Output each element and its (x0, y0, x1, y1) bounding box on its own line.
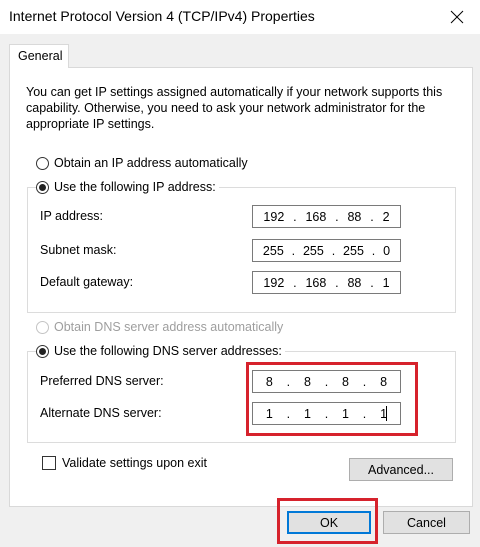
radio-circle (36, 156, 49, 170)
octet: 8 (265, 374, 273, 389)
checkbox-square (42, 456, 56, 470)
octet: 255 (343, 243, 364, 258)
radio-use-following-ip[interactable]: Use the following IP address: (36, 180, 219, 194)
octet: 192 (263, 209, 285, 224)
text-cursor (386, 406, 387, 421)
ok-button[interactable]: OK (287, 511, 371, 534)
octet: 88 (347, 275, 362, 290)
close-icon (450, 10, 464, 24)
cancel-button[interactable]: Cancel (383, 511, 470, 534)
preferred-dns-label: Preferred DNS server: (40, 374, 164, 388)
radio-label: Use the following IP address: (54, 180, 216, 194)
octet: 88 (347, 209, 362, 224)
ip-address-input[interactable]: 192. 168. 88. 2 (252, 205, 401, 228)
octet: 8 (342, 374, 349, 389)
octet: 168 (305, 275, 327, 290)
tab-general[interactable]: General (9, 44, 69, 68)
octet: 255 (262, 243, 284, 258)
default-gateway-input[interactable]: 192. 168. 88. 1 (252, 271, 401, 294)
checkbox-label: Validate settings upon exit (62, 456, 208, 470)
octet: 8 (303, 374, 311, 389)
ip-address-label: IP address: (40, 209, 104, 223)
alternate-dns-label: Alternate DNS server: (40, 406, 162, 420)
intro-text: You can get IP settings assigned automat… (26, 85, 443, 131)
subnet-mask-label: Subnet mask: (40, 243, 117, 257)
subnet-mask-input[interactable]: 255. 255. 255. 0 (252, 239, 401, 262)
radio-label: Use the following DNS server addresses: (54, 344, 282, 358)
radio-label: Obtain DNS server address automatically (54, 320, 284, 334)
title-bar: Internet Protocol Version 4 (TCP/IPv4) P… (0, 0, 480, 34)
radio-use-following-dns[interactable]: Use the following DNS server addresses: (36, 344, 285, 358)
octet: 1 (265, 406, 273, 421)
dns-server-group (27, 351, 456, 443)
radio-circle (36, 320, 49, 334)
advanced-button[interactable]: Advanced... (349, 458, 453, 481)
dialog-body: General You can get IP settings assigned… (0, 34, 480, 547)
octet: 255 (302, 243, 324, 258)
default-gateway-label: Default gateway: (40, 275, 134, 289)
tab-panel-general: You can get IP settings assigned automat… (9, 67, 473, 507)
octet: 192 (263, 275, 285, 290)
octet: 2 (382, 209, 390, 224)
validate-settings-checkbox[interactable]: Validate settings upon exit (42, 456, 207, 470)
radio-circle (36, 344, 49, 358)
octet: 1 (342, 406, 349, 421)
octet: 1 (382, 275, 390, 290)
radio-obtain-dns-auto[interactable]: Obtain DNS server address automatically (36, 320, 283, 334)
radio-label: Obtain an IP address automatically (54, 156, 248, 170)
close-button[interactable] (434, 0, 480, 34)
octet: 0 (383, 243, 391, 258)
octet: 8 (380, 374, 388, 389)
alternate-dns-input[interactable]: 1. 1. 1. 1 (252, 402, 401, 425)
octet: 168 (305, 209, 327, 224)
preferred-dns-input[interactable]: 8. 8. 8. 8 (252, 370, 401, 393)
octet: 1 (303, 406, 311, 421)
radio-obtain-ip-auto[interactable]: Obtain an IP address automatically (36, 156, 248, 170)
window-title: Internet Protocol Version 4 (TCP/IPv4) P… (9, 8, 315, 24)
radio-circle (36, 180, 49, 194)
